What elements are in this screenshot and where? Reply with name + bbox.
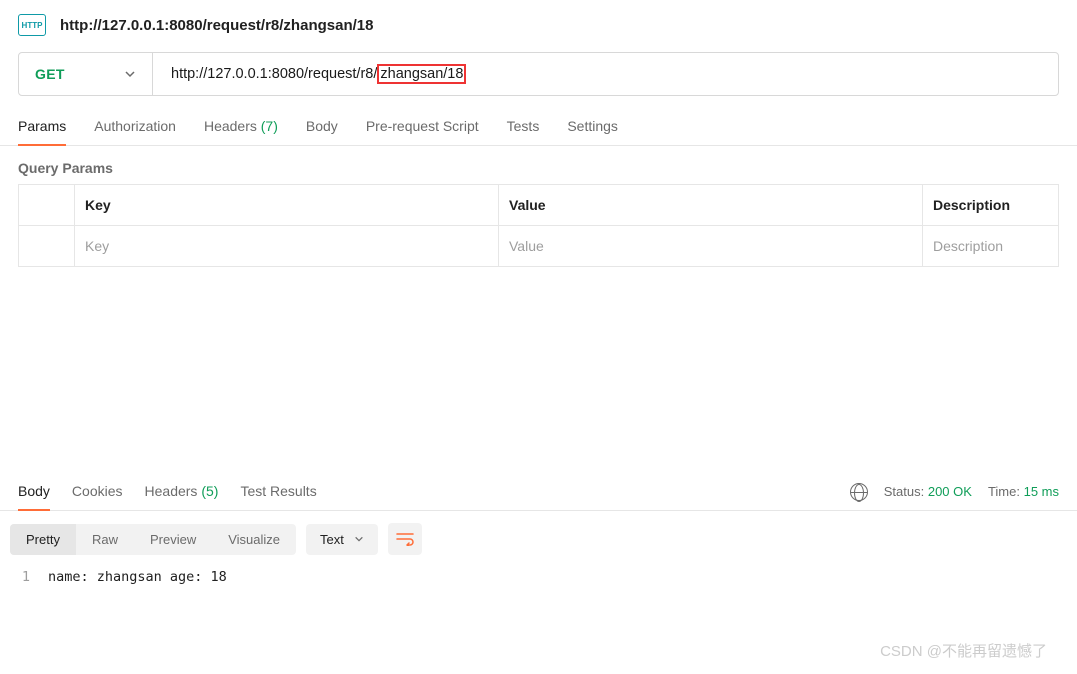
view-raw-button[interactable]: Raw <box>76 524 134 555</box>
watermark: CSDN @不能再留遗憾了 <box>880 640 1047 661</box>
description-input[interactable]: Description <box>923 226 1058 266</box>
status-display: Status: 200 OK <box>884 484 972 499</box>
request-row: GET http://127.0.0.1:8080/request/r8/zha… <box>18 52 1059 96</box>
format-dropdown[interactable]: Text <box>306 524 378 555</box>
code-content: name: zhangsan age: 18 <box>48 569 227 585</box>
response-tab-headers-count: (5) <box>201 483 218 499</box>
method-dropdown[interactable]: GET <box>19 53 153 95</box>
response-tab-headers[interactable]: Headers (5) <box>145 473 219 510</box>
table-header-value: Value <box>499 185 923 225</box>
response-tab-cookies[interactable]: Cookies <box>72 473 123 510</box>
status-value: 200 OK <box>928 484 972 499</box>
chevron-down-icon <box>124 68 136 80</box>
tab-body[interactable]: Body <box>306 118 338 145</box>
time-value: 15 ms <box>1024 484 1059 499</box>
table-header-key: Key <box>75 185 499 225</box>
wrap-lines-button[interactable] <box>388 523 422 555</box>
response-tab-body[interactable]: Body <box>18 473 50 511</box>
response-tabs: Body Cookies Headers (5) Test Results <box>18 473 317 510</box>
request-title: http://127.0.0.1:8080/request/r8/zhangsa… <box>60 17 373 34</box>
key-input[interactable]: Key <box>75 226 499 266</box>
url-highlighted-segment: zhangsan/18 <box>377 64 466 84</box>
tab-tests[interactable]: Tests <box>507 118 540 145</box>
view-preview-button[interactable]: Preview <box>134 524 212 555</box>
url-input[interactable]: http://127.0.0.1:8080/request/r8/zhangsa… <box>153 53 1058 95</box>
tab-headers-count: (7) <box>261 118 278 134</box>
tab-settings[interactable]: Settings <box>567 118 618 145</box>
time-display: Time: 15 ms <box>988 484 1059 499</box>
table-header-blank <box>19 185 75 225</box>
table-header-description: Description <box>923 185 1058 225</box>
format-label: Text <box>320 532 344 547</box>
table-row: Key Value Description <box>19 226 1058 267</box>
response-toolbar: Pretty Raw Preview Visualize Text <box>0 511 1077 563</box>
line-number: 1 <box>10 569 48 585</box>
method-label: GET <box>35 66 65 82</box>
request-tabs: Params Authorization Headers (7) Body Pr… <box>0 96 1077 146</box>
tab-params[interactable]: Params <box>18 118 66 146</box>
query-params-table: Key Value Description Key Value Descript… <box>18 184 1059 267</box>
response-body[interactable]: 1 name: zhangsan age: 18 <box>0 563 1077 605</box>
view-mode-group: Pretty Raw Preview Visualize <box>10 524 296 555</box>
http-icon: HTTP <box>18 14 46 36</box>
response-bar: Body Cookies Headers (5) Test Results St… <box>0 473 1077 511</box>
tab-prerequest[interactable]: Pre-request Script <box>366 118 479 145</box>
tab-headers[interactable]: Headers (7) <box>204 118 278 145</box>
tab-authorization[interactable]: Authorization <box>94 118 176 145</box>
value-input[interactable]: Value <box>499 226 923 266</box>
status-label: Status: <box>884 484 924 499</box>
globe-icon[interactable] <box>850 483 868 501</box>
response-tab-testresults[interactable]: Test Results <box>240 473 316 510</box>
query-params-title: Query Params <box>0 146 1077 184</box>
view-pretty-button[interactable]: Pretty <box>10 524 76 555</box>
url-prefix: http://127.0.0.1:8080/request/r8/ <box>171 66 377 82</box>
table-header-row: Key Value Description <box>19 185 1058 226</box>
time-label: Time: <box>988 484 1020 499</box>
view-visualize-button[interactable]: Visualize <box>212 524 296 555</box>
response-meta: Status: 200 OK Time: 15 ms <box>850 483 1059 501</box>
tab-headers-label: Headers <box>204 118 257 134</box>
row-checkbox-cell[interactable] <box>19 226 75 266</box>
response-tab-headers-label: Headers <box>145 483 198 499</box>
chevron-down-icon <box>354 534 364 544</box>
